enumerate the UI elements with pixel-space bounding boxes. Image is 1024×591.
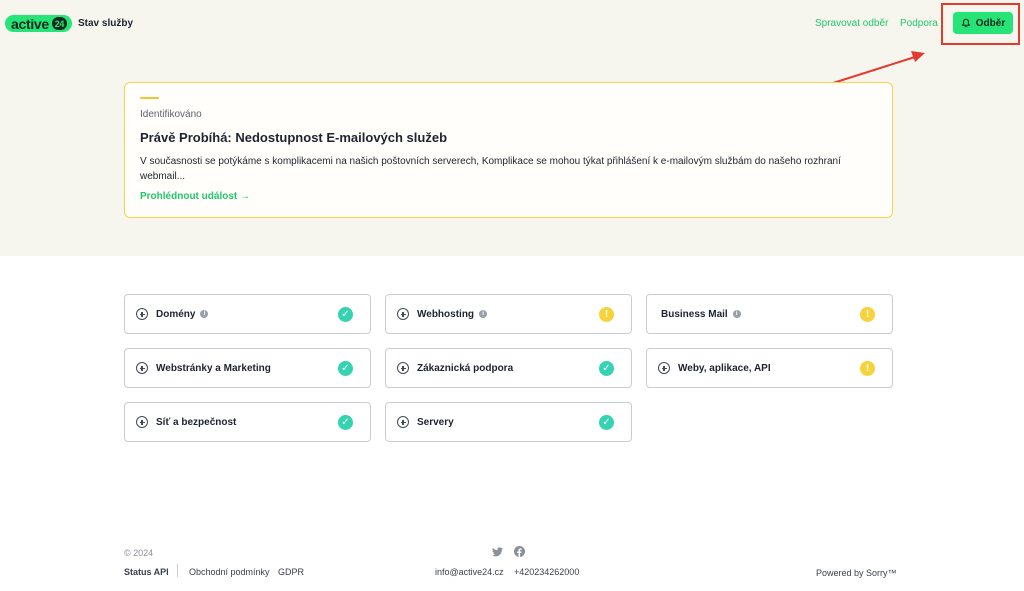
exclamation-circle-icon: ! bbox=[599, 307, 614, 322]
exclamation-circle-icon: ! bbox=[860, 307, 875, 322]
incident-description: V současnosti se potýkáme s komplikacemi… bbox=[140, 156, 841, 182]
plus-circle-icon[interactable] bbox=[136, 362, 148, 374]
status-api-link[interactable]: Status API bbox=[124, 567, 169, 577]
terms-link[interactable]: Obchodní podmínky bbox=[189, 567, 270, 577]
service-domains[interactable]: Domény i ✓ bbox=[124, 294, 371, 334]
view-incident-link[interactable]: Prohlédnout událost → bbox=[140, 191, 250, 202]
hero-section: active 24 Stav služby Spravovat odběr Po… bbox=[0, 0, 1024, 256]
check-circle-icon: ✓ bbox=[338, 415, 353, 430]
copyright: © 2024 bbox=[124, 548, 154, 558]
logo-text: active bbox=[11, 15, 49, 32]
contact-phone[interactable]: +420234262000 bbox=[514, 567, 579, 577]
incident-status: Identifikováno bbox=[140, 109, 202, 120]
service-label: Webhosting bbox=[417, 308, 475, 320]
service-label: Zákaznická podpora bbox=[417, 362, 514, 374]
service-network-security[interactable]: Síť a bezpečnost ✓ bbox=[124, 402, 371, 442]
contact-email[interactable]: info@active24.cz bbox=[435, 567, 504, 577]
plus-circle-icon[interactable] bbox=[658, 362, 670, 374]
manage-subscription-link[interactable]: Spravovat odběr bbox=[815, 18, 888, 29]
support-link[interactable]: Podpora bbox=[900, 18, 938, 29]
service-label: Webstránky a Marketing bbox=[156, 362, 271, 374]
plus-circle-icon[interactable] bbox=[397, 308, 409, 320]
check-circle-icon: ✓ bbox=[338, 361, 353, 376]
check-circle-icon: ✓ bbox=[599, 361, 614, 376]
plus-circle-icon[interactable] bbox=[136, 416, 148, 428]
info-icon[interactable]: i bbox=[732, 310, 741, 318]
exclamation-circle-icon: ! bbox=[860, 361, 875, 376]
facebook-icon[interactable] bbox=[514, 546, 525, 557]
service-label: Weby, aplikace, API bbox=[678, 362, 771, 374]
page-title[interactable]: Stav služby bbox=[78, 18, 133, 29]
service-customer-support[interactable]: Zákaznická podpora ✓ bbox=[385, 348, 632, 388]
logo-pill: active 24 bbox=[5, 15, 72, 32]
powered-by[interactable]: Powered by Sorry™ bbox=[816, 568, 897, 578]
service-servers[interactable]: Servery ✓ bbox=[385, 402, 632, 442]
twitter-icon[interactable] bbox=[492, 547, 503, 557]
info-icon[interactable]: i bbox=[200, 310, 209, 318]
service-label: Business Mail bbox=[661, 308, 728, 320]
service-label: Servery bbox=[417, 416, 454, 428]
check-circle-icon: ✓ bbox=[599, 415, 614, 430]
incident-title[interactable]: Právě Probíhá: Nedostupnost E-mailových … bbox=[140, 130, 447, 145]
service-web-marketing[interactable]: Webstránky a Marketing ✓ bbox=[124, 348, 371, 388]
plus-circle-icon[interactable] bbox=[136, 308, 148, 320]
incident-card[interactable]: Identifikováno Právě Probíhá: Nedostupno… bbox=[124, 82, 893, 218]
info-icon[interactable]: i bbox=[479, 310, 488, 318]
active24-logo[interactable]: active 24 bbox=[5, 15, 72, 32]
logo-badge: 24 bbox=[51, 17, 67, 30]
plus-circle-icon[interactable] bbox=[397, 362, 409, 374]
plus-circle-icon[interactable] bbox=[397, 416, 409, 428]
service-webhosting[interactable]: Webhosting i ! bbox=[385, 294, 632, 334]
service-web-apps-api[interactable]: Weby, aplikace, API ! bbox=[646, 348, 893, 388]
service-business-mail[interactable]: Business Mail i ! bbox=[646, 294, 893, 334]
service-label: Domény bbox=[156, 308, 196, 320]
check-circle-icon: ✓ bbox=[338, 307, 353, 322]
gdpr-link[interactable]: GDPR bbox=[278, 567, 304, 577]
footer-divider bbox=[177, 564, 178, 577]
service-label: Síť a bezpečnost bbox=[156, 416, 237, 428]
annotation-highlight-box bbox=[941, 3, 1020, 45]
incident-severity-bar bbox=[140, 97, 159, 99]
